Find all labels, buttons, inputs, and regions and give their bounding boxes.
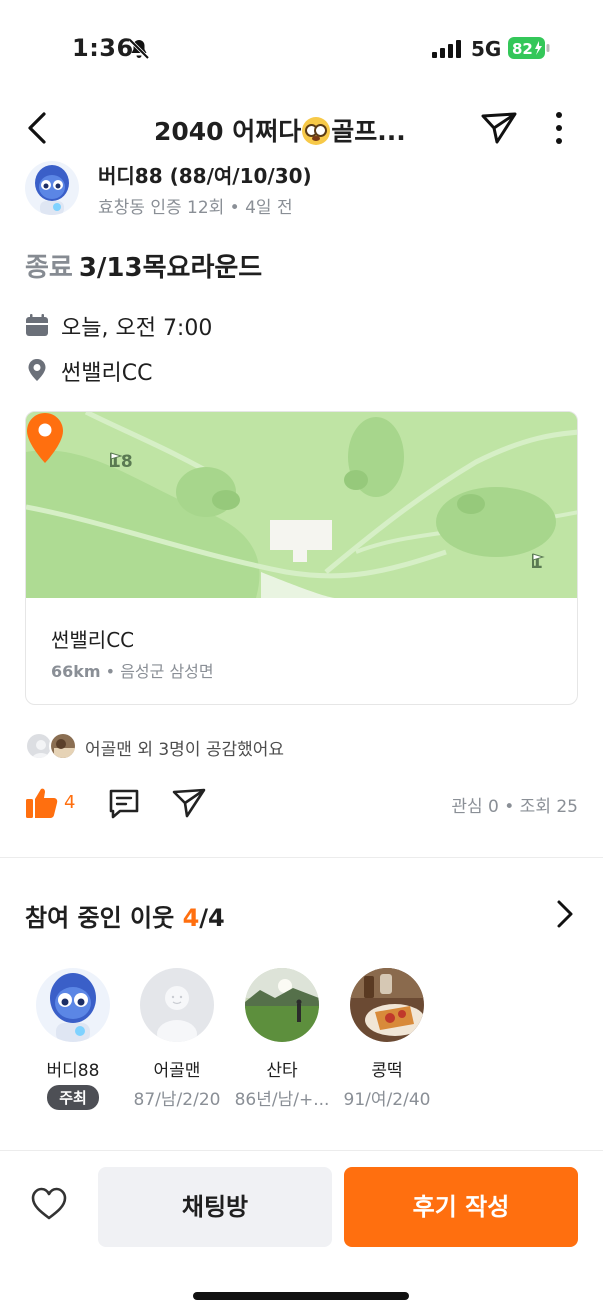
- event-time: 오늘, 오전 7:00: [61, 316, 213, 341]
- more-icon[interactable]: [546, 110, 572, 146]
- participant-item[interactable]: 콩떡 91/여/2/40: [335, 968, 439, 1110]
- participant-avatar: [245, 968, 319, 1042]
- back-icon[interactable]: [22, 108, 56, 148]
- map-place-meta: 66km • 음성군 삼성면: [51, 658, 214, 682]
- map-card[interactable]: 18 1 썬밸리CC 66km • 음성군 삼성면: [25, 411, 578, 705]
- comment-icon[interactable]: [108, 787, 140, 819]
- author-avatar[interactable]: [25, 161, 79, 215]
- participant-name: 산타: [266, 1061, 298, 1081]
- network-type: 5G: [471, 37, 502, 61]
- flag-icon: [532, 553, 545, 568]
- calendar-icon: [26, 314, 48, 336]
- event-place: 썬밸리CC: [61, 361, 153, 386]
- hole-marker-18: 18: [109, 452, 133, 472]
- thumbs-up-icon[interactable]: [25, 786, 59, 820]
- participants-title-text: 참여 중인 이웃: [25, 904, 175, 932]
- map-address: • 음성군 삼성면: [105, 662, 214, 681]
- section-divider: [0, 857, 603, 858]
- action-bar: 4 관심 0 • 조회 25: [0, 784, 603, 824]
- participant-name: 콩떡: [371, 1061, 403, 1081]
- author-meta: 효창동 인증 12회 • 4일 전: [98, 198, 293, 218]
- event-title: 종료 3/13목요라운드: [25, 247, 262, 284]
- map-distance: 66km: [51, 662, 101, 681]
- chevron-right-icon[interactable]: [552, 898, 578, 930]
- participants-title[interactable]: 참여 중인 이웃 4/4: [25, 898, 225, 933]
- title-suffix: 골프...: [331, 117, 406, 146]
- participant-item[interactable]: 산타 86년/남/+...: [230, 968, 334, 1110]
- author-name[interactable]: 버디88 (88/여/10/30): [98, 160, 312, 189]
- participant-name: 버디88: [46, 1061, 100, 1081]
- write-review-button[interactable]: 후기 작성: [344, 1167, 578, 1247]
- participant-item[interactable]: 어골맨 87/남/2/20: [125, 968, 229, 1110]
- status-bar: 1:36 5G 82: [0, 0, 603, 90]
- bottom-bar: 채팅방 후기 작성: [0, 1150, 603, 1311]
- signal-icon: [432, 40, 461, 58]
- map-place-name: 썬밸리CC: [51, 628, 135, 652]
- event-status: 종료: [25, 253, 73, 283]
- likers-text: 어골맨 외 3명이 공감했어요: [85, 740, 285, 760]
- like-count: 4: [64, 792, 76, 813]
- event-title-text: 3/13목요라운드: [78, 253, 263, 283]
- chat-room-button[interactable]: 채팅방: [98, 1167, 332, 1247]
- participant-meta: 87/남/2/20: [133, 1090, 221, 1110]
- participant-item[interactable]: 버디88 주최: [21, 968, 125, 1110]
- view-stats: 관심 0 • 조회 25: [451, 797, 578, 817]
- bell-off-icon: [128, 38, 150, 60]
- battery-level: 82: [512, 40, 533, 58]
- flushed-face-emoji-icon: [302, 117, 331, 145]
- page-title: 2040 어쩌다 골프...: [154, 112, 406, 148]
- home-indicator[interactable]: [193, 1292, 409, 1300]
- share-icon[interactable]: [480, 110, 518, 146]
- header: 2040 어쩌다 골프...: [0, 100, 603, 156]
- map[interactable]: 18 1: [26, 412, 577, 598]
- participant-avatar: [140, 968, 214, 1042]
- liker-avatar: [49, 732, 77, 760]
- map-pin-icon: [27, 413, 63, 463]
- participants-total: /4: [199, 904, 225, 932]
- participant-avatar: [350, 968, 424, 1042]
- participant-avatar: [36, 968, 110, 1042]
- host-badge: 주최: [47, 1085, 99, 1110]
- location-icon: [28, 359, 46, 381]
- battery-icon: 82: [508, 37, 550, 59]
- participants-current: 4: [182, 904, 200, 932]
- participant-meta: 91/여/2/40: [343, 1090, 431, 1110]
- participant-meta: 86년/남/+...: [234, 1090, 330, 1110]
- status-time: 1:36: [72, 34, 134, 62]
- title-prefix: 2040 어쩌다: [154, 117, 302, 146]
- heart-icon[interactable]: [31, 1187, 67, 1221]
- participant-name: 어골맨: [153, 1061, 201, 1081]
- flag-icon: [110, 452, 123, 467]
- hole-marker-1: 1: [531, 553, 545, 573]
- send-icon[interactable]: [172, 787, 206, 819]
